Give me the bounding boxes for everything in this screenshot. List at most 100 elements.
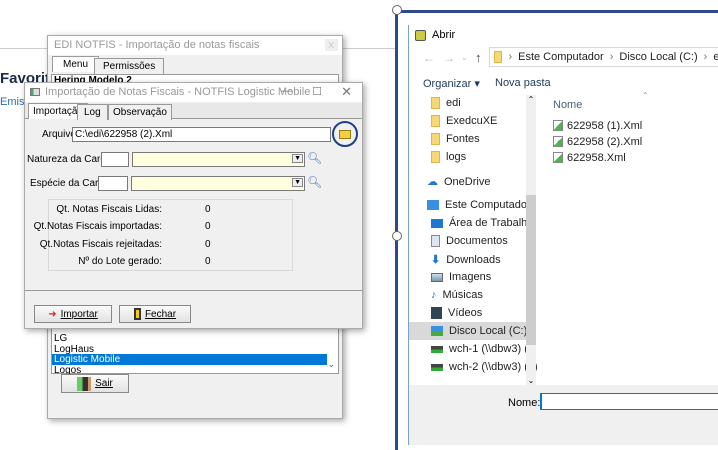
natureza-combo[interactable]: ▼ bbox=[132, 152, 305, 167]
open-dialog: Abrir ← → ⌄ ↑ › Este Computador › Disco … bbox=[408, 25, 718, 445]
nav-item[interactable]: logs bbox=[431, 151, 466, 163]
stat-label: Nº do Lote gerado: bbox=[78, 256, 162, 267]
list-item-selected[interactable]: Logistic Mobile bbox=[52, 354, 327, 365]
nav-item[interactable]: wch-2 (\\dbw3) (I:) bbox=[431, 361, 538, 373]
chevron-down-icon[interactable]: ▼ bbox=[292, 178, 303, 187]
scroll-up-icon[interactable]: ⌃ bbox=[526, 95, 536, 104]
stat-label: Qt.Notas Fiscais importadas: bbox=[33, 221, 162, 232]
nav-scrollbar[interactable]: ⌃ ⌄ bbox=[526, 95, 536, 385]
scroll-thumb[interactable] bbox=[526, 195, 536, 345]
import-title-bar: Importação de Notas Fiscais - NOTFIS Log… bbox=[25, 83, 362, 102]
nav-item[interactable]: edi bbox=[431, 97, 461, 109]
maximize-button[interactable]: ☐ bbox=[312, 85, 322, 98]
nav-item[interactable]: ♪ Músicas bbox=[431, 289, 483, 301]
importar-button[interactable]: ➜ Importar bbox=[34, 305, 112, 323]
exit-door-icon bbox=[77, 376, 92, 391]
chevron-right-icon: › bbox=[703, 51, 708, 63]
close-button[interactable]: x bbox=[324, 39, 338, 51]
browse-folder-button[interactable] bbox=[332, 121, 358, 147]
download-icon: ⬇ bbox=[431, 254, 441, 266]
breadcrumb-item[interactable]: Este Computador bbox=[518, 51, 604, 63]
tab-permissoes[interactable]: Permissões bbox=[94, 58, 165, 74]
stat-label: Qt.Notas Fiscais rejeitadas: bbox=[39, 239, 162, 250]
stat-value: 0 bbox=[205, 256, 211, 267]
tab-log[interactable]: Log bbox=[77, 104, 108, 120]
drive-icon bbox=[431, 326, 443, 336]
stat-value: 0 bbox=[205, 221, 211, 232]
separator bbox=[25, 290, 362, 291]
search-icon[interactable]: 🔍︎ bbox=[307, 175, 322, 189]
xml-file-icon bbox=[553, 152, 563, 163]
forward-icon[interactable]: → bbox=[443, 51, 455, 65]
dialog-title-text: Abrir bbox=[432, 29, 456, 41]
folder-icon bbox=[494, 51, 503, 63]
desktop-icon bbox=[431, 218, 443, 228]
file-list: 622958 (1).Xml 622958 (2).Xml 622958.Xml bbox=[553, 120, 642, 168]
tab-observacao[interactable]: Observação bbox=[108, 104, 172, 120]
sair-button[interactable]: Sair bbox=[61, 374, 129, 393]
importar-label: Importar bbox=[60, 308, 98, 320]
close-button[interactable]: ✕ bbox=[341, 84, 352, 100]
arquivo-field[interactable]: C:\edi\622958 (2).Xml bbox=[72, 127, 331, 142]
especie-code-field[interactable] bbox=[98, 176, 128, 191]
breadcrumb-item[interactable]: Disco Local (C:) bbox=[619, 51, 697, 63]
nav-item[interactable]: ⬇ Downloads bbox=[431, 253, 501, 267]
resize-handle[interactable] bbox=[392, 5, 402, 15]
nome-input[interactable] bbox=[540, 393, 718, 410]
nav-item-onedrive[interactable]: ☁ OneDrive bbox=[427, 175, 490, 189]
nav-item[interactable]: Vídeos bbox=[431, 307, 482, 319]
nav-item-selected[interactable]: Disco Local (C:) bbox=[431, 325, 527, 337]
organizar-button[interactable]: Organizar ▾ bbox=[423, 77, 480, 90]
resize-handle[interactable] bbox=[392, 231, 402, 241]
nav-item[interactable]: Imagens bbox=[431, 271, 491, 283]
nav-item[interactable]: Fontes bbox=[431, 133, 480, 145]
search-icon[interactable]: 🔍︎ bbox=[307, 151, 322, 165]
nova-pasta-button[interactable]: Nova pasta bbox=[495, 77, 551, 89]
especie-combo[interactable]: ▼ bbox=[131, 176, 305, 191]
natureza-code-field[interactable] bbox=[101, 152, 129, 167]
file-item[interactable]: 622958.Xml bbox=[553, 152, 642, 168]
natureza-label: Natureza da Carga bbox=[27, 154, 112, 165]
up-icon[interactable]: ↑ bbox=[475, 50, 482, 65]
documents-icon bbox=[431, 235, 440, 247]
address-bar[interactable]: › Este Computador › Disco Local (C:) › e… bbox=[489, 47, 718, 67]
import-title: Importação de Notas Fiscais - NOTFIS Log… bbox=[45, 86, 311, 98]
xml-file-icon bbox=[553, 120, 563, 131]
nav-item[interactable]: Documentos bbox=[431, 235, 508, 247]
chevron-down-icon[interactable]: ▼ bbox=[292, 154, 303, 163]
minimize-button[interactable]: — bbox=[281, 85, 292, 97]
arquivo-label: Arquivo bbox=[42, 129, 76, 140]
back-icon[interactable]: ← bbox=[423, 51, 435, 65]
list-item[interactable]: LogHaus bbox=[52, 344, 327, 355]
nav-item[interactable]: wch-1 (\\dbw3) (H bbox=[431, 343, 536, 355]
nav-item[interactable]: Área de Trabalho bbox=[431, 217, 533, 229]
folder-icon bbox=[431, 97, 440, 109]
music-icon: ♪ bbox=[431, 289, 437, 301]
import-window: Importação de Notas Fiscais - NOTFIS Log… bbox=[24, 82, 363, 329]
scroll-down-icon[interactable]: ⌄ bbox=[327, 359, 335, 370]
file-item[interactable]: 622958 (2).Xml bbox=[553, 136, 642, 152]
file-item[interactable]: 622958 (1).Xml bbox=[553, 120, 642, 136]
sair-label: Sair bbox=[95, 378, 113, 389]
app-icon bbox=[415, 29, 426, 41]
scroll-down-icon[interactable]: ⌄ bbox=[526, 376, 536, 385]
fechar-label: Fechar bbox=[144, 308, 177, 320]
tab-menu[interactable]: Menu bbox=[52, 56, 100, 72]
network-drive-icon bbox=[431, 363, 443, 371]
folder-icon bbox=[431, 133, 440, 145]
breadcrumb-item[interactable]: edi bbox=[713, 51, 718, 63]
list-item[interactable]: LG bbox=[52, 333, 327, 344]
recent-dropdown-icon[interactable]: ⌄ bbox=[461, 53, 468, 62]
dialog-title: Abrir bbox=[415, 29, 455, 41]
edi-title: EDI NOTFIS - Importação de notas fiscais bbox=[54, 39, 260, 51]
nav-item-computer[interactable]: Este Computador bbox=[427, 199, 531, 211]
chevron-right-icon: › bbox=[609, 51, 614, 63]
open-folder-icon bbox=[339, 129, 351, 139]
fechar-button[interactable]: Fechar bbox=[119, 305, 191, 323]
import-icon: ➜ bbox=[48, 308, 57, 320]
column-header-nome[interactable]: Nome bbox=[553, 99, 582, 111]
stat-label: Qt. Notas Fiscais Lidas: bbox=[56, 204, 162, 215]
nome-label: Nome: bbox=[508, 397, 541, 409]
video-icon bbox=[431, 307, 442, 319]
nav-item[interactable]: ExedcuXE bbox=[431, 115, 497, 127]
